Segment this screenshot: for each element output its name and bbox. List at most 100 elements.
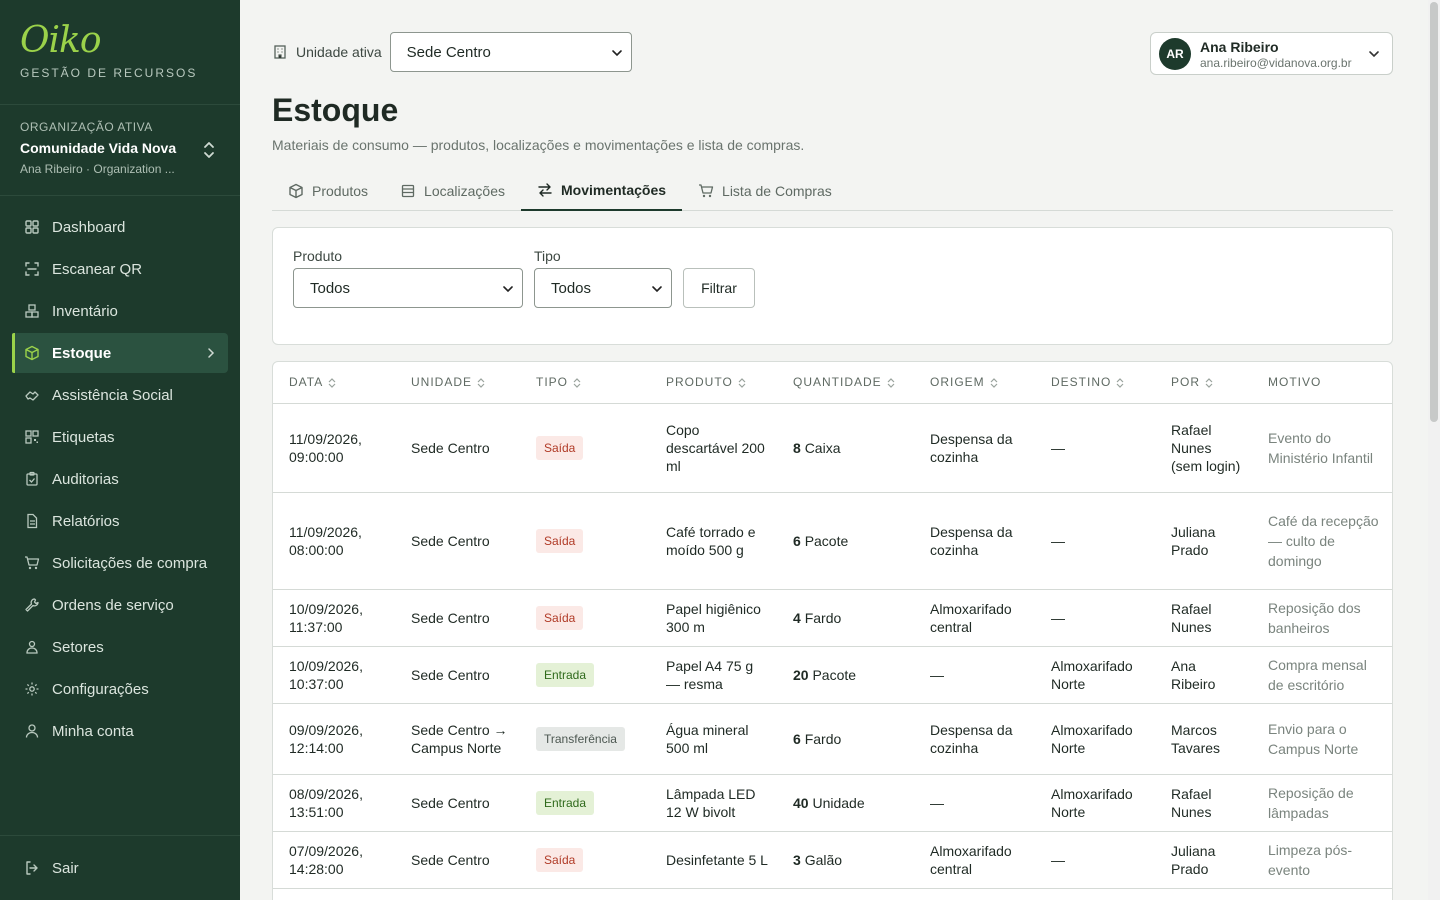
sidebar-item-minha-conta[interactable]: Minha conta (12, 711, 228, 751)
tab-produtos[interactable]: Produtos (272, 170, 384, 211)
cell-motivo: Evento do Ministério Infantil (1252, 403, 1392, 493)
cell-origem: Almoxarifado central (914, 831, 1035, 889)
brand-subtitle: GESTÃO DE RECURSOS (20, 66, 198, 80)
tab-localizacoes[interactable]: Localizações (384, 170, 521, 211)
cell-produto: Papel higiênico 300 m (650, 589, 777, 647)
sidebar: Oiko GESTÃO DE RECURSOS ORGANIZAÇÃO ATIV… (0, 0, 240, 900)
column-header-motivo: MOTIVO (1252, 362, 1392, 404)
cell-tipo: Saída (520, 492, 650, 590)
cell-data: 11/09/2026, 09:00:00 (273, 403, 395, 493)
filter-button[interactable]: Filtrar (683, 268, 755, 308)
package-icon (289, 183, 303, 198)
column-header-por[interactable]: POR (1155, 362, 1252, 404)
sidebar-item-label: Solicitações de compra (52, 554, 208, 572)
cell-tipo: Saída (520, 403, 650, 493)
unit-label: Unidade ativa (296, 44, 382, 60)
quantity-unit: Unidade (812, 794, 865, 811)
sidebar-item-label: Configurações (52, 680, 149, 698)
cell-motivo: Reposição de lâmpadas (1252, 774, 1392, 832)
logout-button[interactable]: Sair (12, 848, 228, 888)
column-header-origem[interactable]: ORIGEM (914, 362, 1035, 404)
tab-bar: Produtos Localizações Movimentações List… (272, 170, 1393, 211)
column-header-produto[interactable]: PRODUTO (650, 362, 777, 404)
column-header-data[interactable]: DATA (273, 362, 395, 404)
cart-icon (699, 183, 714, 197)
sidebar-item-setores[interactable]: Setores (12, 627, 228, 667)
tab-movimentacoes[interactable]: Movimentações (520, 170, 683, 211)
sidebar-item-escanear-qr[interactable]: Escanear QR (12, 249, 228, 289)
column-header-unidade[interactable]: UNIDADE (395, 362, 520, 404)
sidebar-item-inventario[interactable]: Inventário (12, 291, 228, 331)
chevron-up-down-icon[interactable] (202, 140, 216, 160)
page-scrollbar[interactable] (1428, 0, 1440, 900)
quantity-unit: Fardo (804, 609, 842, 626)
table-row[interactable]: 09/09/2026, 12:14:00 Sede Centro → Campu… (273, 703, 1392, 775)
sort-icon (1116, 378, 1124, 388)
cell-data: 07/09/2026, 14:28:00 (273, 831, 395, 889)
produto-label: Produto (293, 248, 343, 264)
cell-destino: — (1035, 403, 1155, 493)
sidebar-item-auditorias[interactable]: Auditorias (12, 459, 228, 499)
divider (0, 104, 240, 105)
cell-unidade: Sede Centro (395, 646, 520, 704)
sidebar-item-ordens-de-servico[interactable]: Ordens de serviço (12, 585, 228, 625)
cell-origem: — (914, 774, 1035, 832)
clipboard-check-icon (26, 471, 38, 486)
sidebar-item-estoque[interactable]: Estoque (12, 333, 228, 373)
user-icon (25, 724, 39, 738)
tipo-select[interactable]: Todos (534, 268, 672, 308)
table-row[interactable]: 11/09/2026, 09:00:00 Sede Centro Saída C… (273, 403, 1392, 493)
file-text-icon (27, 513, 38, 529)
dashboard-icon (25, 220, 39, 234)
user-menu[interactable]: AR Ana Ribeiro ana.ribeiro@vidanova.org.… (1150, 32, 1393, 75)
scrollbar-thumb[interactable] (1430, 2, 1438, 422)
table-row[interactable]: 10/09/2026, 10:37:00 Sede Centro Entrada… (273, 646, 1392, 704)
movements-table: DATA UNIDADE TIPO PRODUTO QUANTIDADE ORI… (273, 362, 1392, 889)
column-header-quantidade[interactable]: QUANTIDADE (777, 362, 914, 404)
sidebar-item-etiquetas[interactable]: Etiquetas (12, 417, 228, 457)
app-logo[interactable]: Oiko (20, 22, 197, 60)
table-row[interactable]: 11/09/2026, 08:00:00 Sede Centro Saída C… (273, 492, 1392, 590)
cell-motivo: Compra mensal de escritório (1252, 646, 1392, 704)
sidebar-item-label: Estoque (52, 344, 112, 362)
cell-produto: Água mineral 500 ml (650, 703, 777, 775)
building-icon (401, 184, 415, 197)
logout-icon (26, 861, 38, 875)
sectors-icon (26, 640, 38, 654)
cell-por: Rafael Nunes (1155, 589, 1252, 647)
unit-select[interactable]: Sede Centro (389, 32, 632, 72)
table-row[interactable]: 07/09/2026, 14:28:00 Sede Centro Saída D… (273, 831, 1392, 889)
chevron-down-icon (611, 50, 622, 57)
sort-icon (328, 378, 336, 388)
table-row[interactable]: 10/09/2026, 11:37:00 Sede Centro Saída P… (273, 589, 1392, 647)
sort-icon (738, 378, 746, 388)
cell-destino: Almoxarifado Norte (1035, 774, 1155, 832)
org-switcher[interactable]: ORGANIZAÇÃO ATIVA Comunidade Vida Nova A… (20, 120, 220, 176)
column-header-destino[interactable]: DESTINO (1035, 362, 1155, 404)
sidebar-item-relatorios[interactable]: Relatórios (12, 501, 228, 541)
cell-data: 10/09/2026, 11:37:00 (273, 589, 395, 647)
cell-origem: — (914, 646, 1035, 704)
status-badge: Saída (536, 847, 584, 872)
cell-unidade: Sede Centro (395, 774, 520, 832)
org-name: Comunidade Vida Nova (20, 140, 177, 156)
cell-origem: Almoxarifado central (914, 589, 1035, 647)
cell-produto: Café torrado e moído 500 g (650, 492, 777, 590)
sidebar-item-configuracoes[interactable]: Configurações (12, 669, 228, 709)
sidebar-item-assistencia-social[interactable]: Assistência Social (12, 375, 228, 415)
quantity-value: 40 (793, 794, 809, 811)
sidebar-item-dashboard[interactable]: Dashboard (12, 207, 228, 247)
cell-quantidade: 3 Galão (777, 831, 914, 889)
produto-select[interactable]: Todos (293, 268, 523, 308)
column-header-tipo[interactable]: TIPO (520, 362, 650, 404)
sidebar-item-solicitacoes-de-compra[interactable]: Solicitações de compra (12, 543, 228, 583)
tab-lista-de-compras[interactable]: Lista de Compras (682, 170, 848, 211)
cell-produto: Papel A4 75 g — resma (650, 646, 777, 704)
table-row[interactable]: 08/09/2026, 13:51:00 Sede Centro Entrada… (273, 774, 1392, 832)
gear-icon (25, 682, 39, 696)
cell-data: 10/09/2026, 10:37:00 (273, 646, 395, 704)
sort-icon (573, 378, 581, 388)
sort-icon (477, 378, 485, 388)
chevron-down-icon (652, 286, 662, 293)
sort-icon (990, 378, 998, 388)
